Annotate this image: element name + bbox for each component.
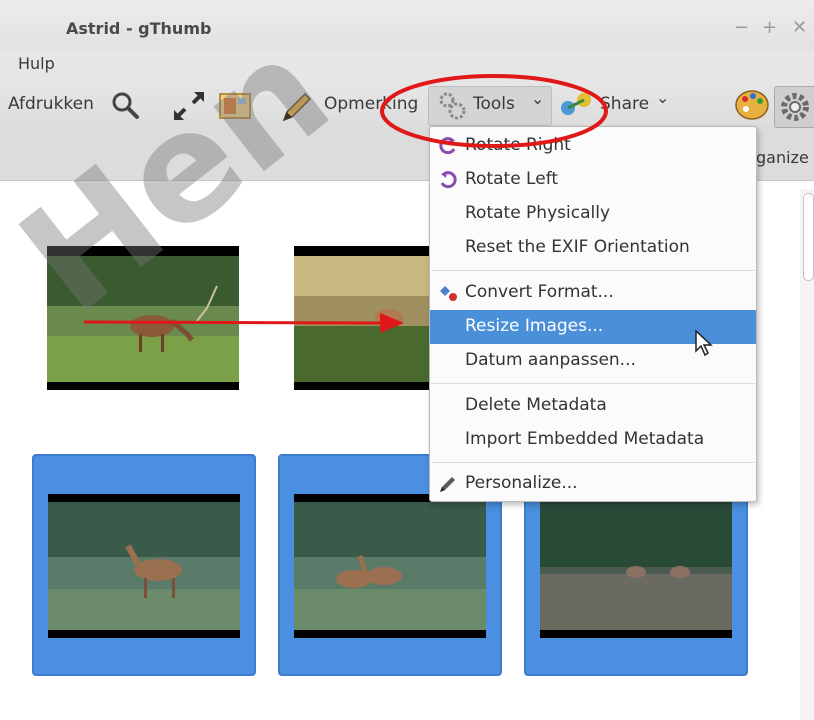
tools-menu: Rotate Right Rotate Left Rotate Physical… <box>429 126 757 502</box>
menu-item-label: Delete Metadata <box>465 395 607 415</box>
menu-separator <box>431 270 755 271</box>
close-button[interactable]: ✕ <box>792 18 807 38</box>
menu-help[interactable]: Hulp <box>18 54 55 73</box>
menu-item-label: Datum aanpassen... <box>465 350 636 370</box>
menu-item-delete-metadata[interactable]: Delete Metadata <box>430 389 756 423</box>
menu-item-label: Import Embedded Metadata <box>465 429 705 449</box>
annotation-ellipse <box>380 74 608 148</box>
palette-button[interactable] <box>734 88 770 126</box>
thumbnail-image <box>540 494 732 638</box>
deer-photo <box>294 502 486 630</box>
thumbnail-image <box>294 494 486 638</box>
pencil-icon <box>440 477 455 492</box>
menu-item-import-metadata[interactable]: Import Embedded Metadata <box>430 423 756 457</box>
deer-photo <box>540 502 732 630</box>
menu-item-label: Rotate Left <box>465 169 559 189</box>
gear-icon <box>781 93 809 121</box>
thumbnail-image <box>48 494 240 638</box>
menu-item-label: Convert Format... <box>465 282 614 302</box>
menu-item-rotate-physically[interactable]: Rotate Physically <box>430 197 756 231</box>
menu-item-personalize[interactable]: Personalize... <box>430 467 756 501</box>
scrollbar-thumb[interactable] <box>803 193 814 281</box>
palette-icon <box>735 90 769 120</box>
vertical-scrollbar[interactable] <box>800 189 814 720</box>
deer-photo <box>48 502 240 630</box>
print-button[interactable]: Afdrukken <box>8 94 94 114</box>
title-bar: Astrid - gThumb − + ✕ <box>0 0 814 50</box>
menu-separator <box>431 383 755 384</box>
window-title: Astrid - gThumb <box>66 19 212 38</box>
menu-item-convert-format[interactable]: Convert Format... <box>430 276 756 310</box>
menu-item-label: Rotate Physically <box>465 203 610 223</box>
chevron-down-icon[interactable]: ⌄ <box>656 88 669 107</box>
menu-item-label: Reset the EXIF Orientation <box>465 237 690 257</box>
organize-button[interactable]: ganize <box>756 148 809 167</box>
settings-button[interactable] <box>774 86 814 128</box>
minimize-button[interactable]: − <box>734 18 749 38</box>
menu-item-label: Personalize... <box>465 473 578 493</box>
menu-item-reset-exif[interactable]: Reset the EXIF Orientation <box>430 231 756 265</box>
menu-item-rotate-left[interactable]: Rotate Left <box>430 163 756 197</box>
menu-item-label: Resize Images... <box>465 316 604 336</box>
mouse-cursor-icon <box>695 329 713 357</box>
convert-format-icon <box>440 286 457 301</box>
rotate-left-icon <box>440 171 457 189</box>
menu-separator <box>431 462 755 463</box>
maximize-button[interactable]: + <box>762 18 777 38</box>
selected-thumbnail[interactable] <box>32 454 256 676</box>
